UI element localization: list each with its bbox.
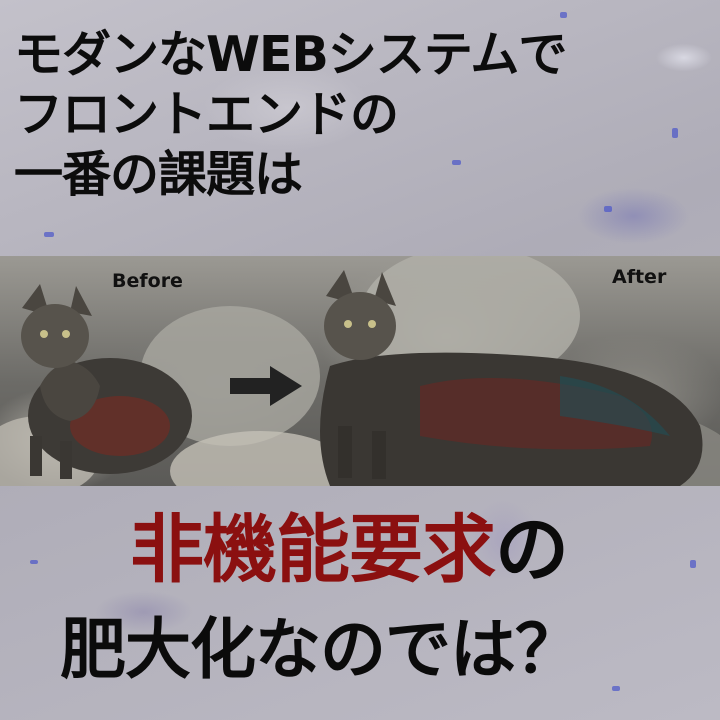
texture-speck [690,560,696,568]
before-after-photo [0,256,720,486]
before-label: Before [112,270,183,292]
page: モダンなWEBシステムで フロントエンドの 一番の課題は Before Afte… [0,0,720,720]
before-after-illustration [0,256,720,486]
callout-line-2: 肥大化なのでは？ [60,611,581,688]
texture-speck [560,12,567,18]
callout-line-1: 非機能要求の [130,505,569,595]
headline-line-1: モダンなWEBシステムで [14,26,567,83]
texture-speck [604,206,612,212]
after-label: After [612,266,667,288]
headline-line-3: 一番の課題は [14,146,303,203]
texture-speck [612,686,620,691]
callout-particle: の [495,507,569,593]
texture-speck [44,232,54,237]
texture-speck [30,560,38,564]
texture-speck [672,128,678,138]
callout-emphasis: 非機能要求 [130,507,496,593]
texture-speck [452,160,461,165]
headline-line-2: フロントエンドの [14,86,399,143]
cat-before [21,284,192,479]
